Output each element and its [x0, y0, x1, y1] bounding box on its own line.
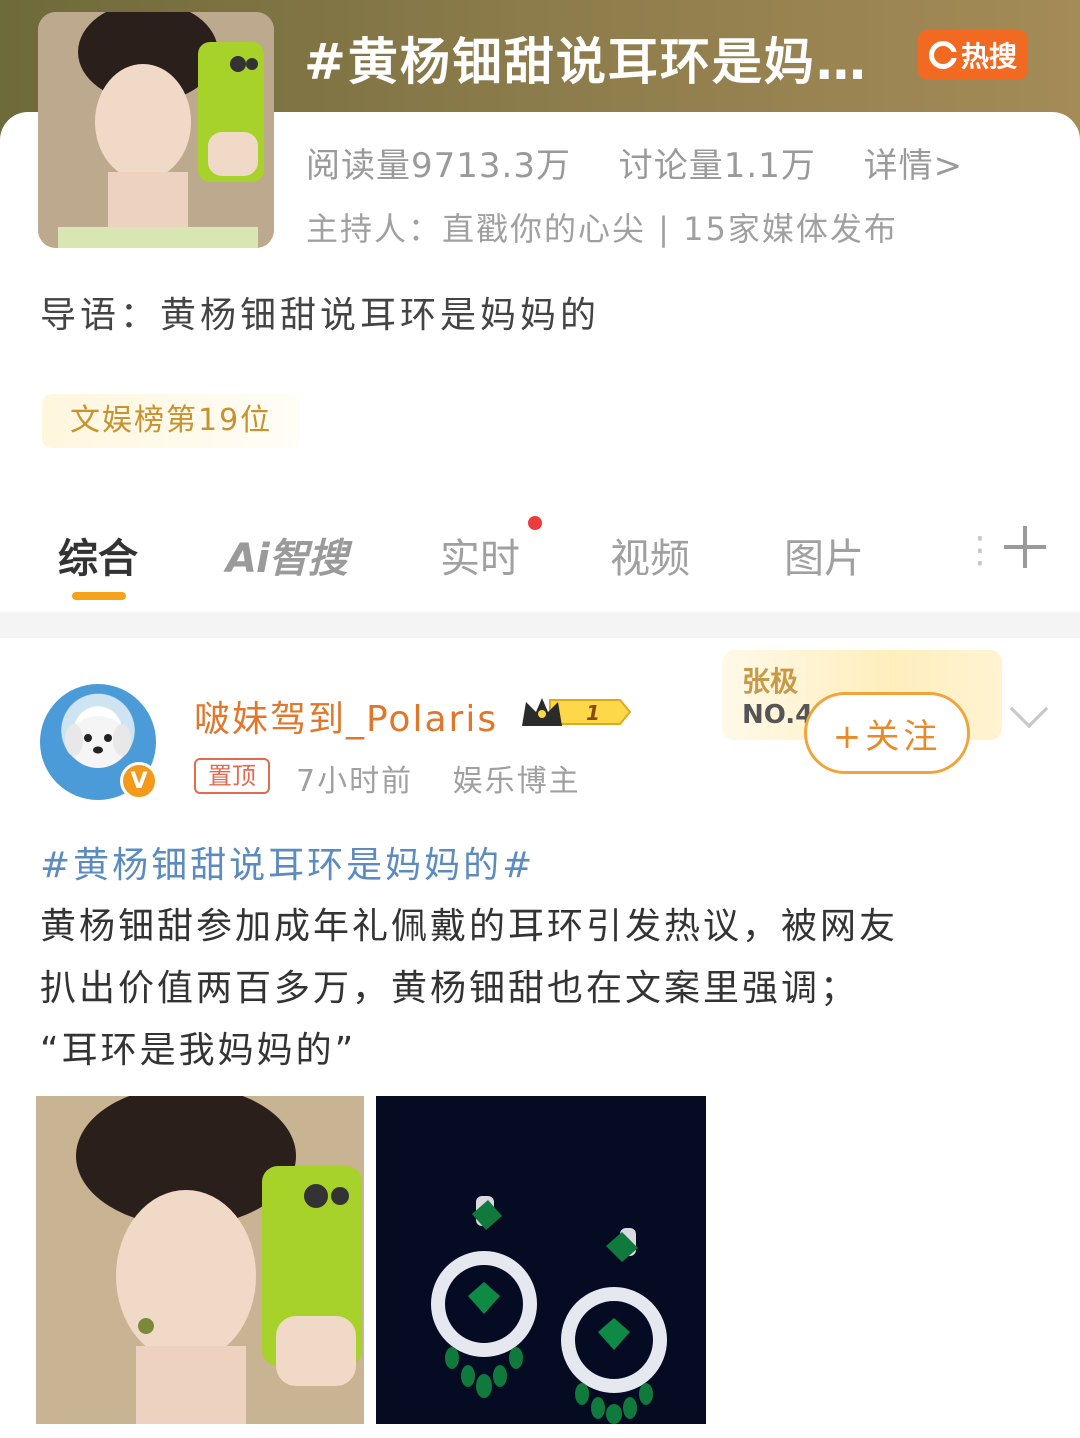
- post-body-line: “耳环是我妈妈的”: [40, 1030, 357, 1071]
- topic-cover-image[interactable]: [38, 12, 274, 248]
- fan-level-number: 1: [586, 701, 600, 725]
- pinned-tag: 置顶: [194, 758, 270, 794]
- topic-title: #黄杨钿甜说耳环是妈…: [304, 33, 868, 91]
- follow-button[interactable]: +关注: [804, 692, 970, 774]
- hot-icon: [928, 41, 958, 69]
- tab-ai-search[interactable]: Ai智搜: [226, 526, 348, 584]
- rank-star-name: 张极: [742, 665, 799, 698]
- post-username[interactable]: 啵妹驾到_Polaris: [194, 690, 498, 742]
- post-time: 7小时前: [296, 764, 414, 799]
- fan-level-badge[interactable]: 1: [520, 692, 634, 732]
- discussion-count: 讨论量1.1万: [618, 146, 816, 186]
- post-photo-selfie[interactable]: [36, 1096, 364, 1424]
- topic-rank-badge[interactable]: 文娱榜第19位: [42, 394, 301, 448]
- details-link[interactable]: 详情>: [864, 146, 964, 186]
- rank-number: NO.4: [742, 700, 814, 730]
- post-body: 黄杨钿甜参加成年礼佩戴的耳环引发热议，被网友 扒出价值两百多万，黄杨钿甜也在文案…: [40, 896, 1040, 1082]
- tab-comprehensive[interactable]: 综合: [58, 526, 138, 584]
- topic-stats: 阅读量9713.3万 讨论量1.1万 详情>: [306, 138, 999, 187]
- tab-realtime[interactable]: 实时: [440, 526, 520, 584]
- author-role: 娱乐博主: [452, 764, 581, 799]
- add-tab-icon[interactable]: [1004, 526, 1046, 568]
- post-meta: 7小时前 娱乐博主: [296, 756, 609, 800]
- section-divider: [0, 612, 1080, 638]
- topic-intro: 导语：黄杨钿甜说耳环是妈妈的: [40, 295, 601, 336]
- post-body-line: 黄杨钿甜参加成年礼佩戴的耳环引发热议，被网友: [40, 906, 899, 947]
- post-hashtag[interactable]: #黄杨钿甜说耳环是妈妈的#: [40, 836, 535, 888]
- tabs-more-separator: ⋮: [962, 530, 998, 571]
- post-photo-earrings[interactable]: [376, 1096, 706, 1424]
- hot-search-badge[interactable]: 热搜: [918, 30, 1028, 80]
- post-body-line: 扒出价值两百多万，黄杨钿甜也在文案里强调；: [40, 968, 860, 1009]
- read-count: 阅读量9713.3万: [306, 146, 571, 186]
- tab-video[interactable]: 视频: [610, 526, 690, 584]
- tab-images[interactable]: 图片: [784, 526, 864, 584]
- chevron-down-icon[interactable]: [1009, 689, 1049, 729]
- realtime-notification-dot: [528, 516, 542, 530]
- active-tab-indicator: [72, 592, 126, 600]
- hot-badge-label: 热搜: [960, 40, 1017, 73]
- topic-host: 主持人：直戳你的心尖 | 15家媒体发布: [306, 210, 898, 248]
- verified-icon: V: [120, 762, 158, 800]
